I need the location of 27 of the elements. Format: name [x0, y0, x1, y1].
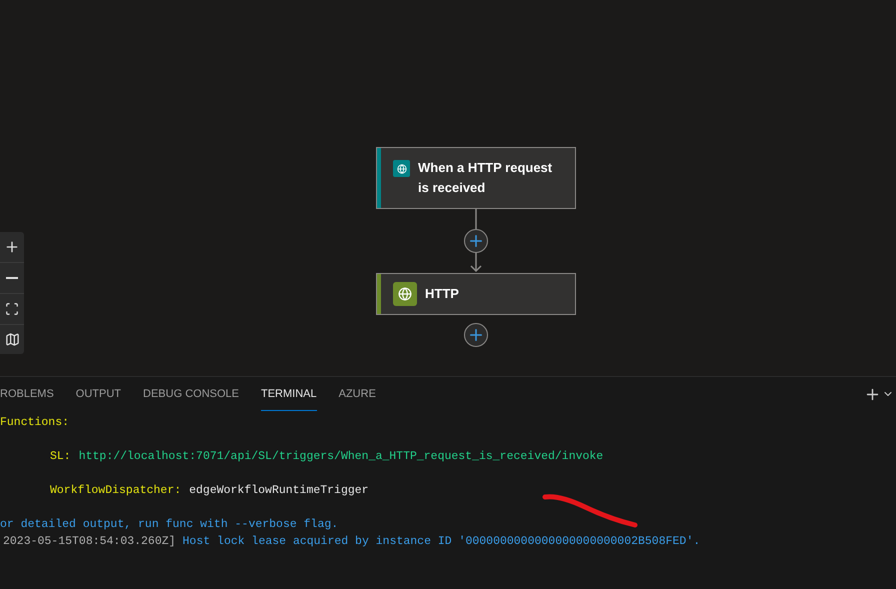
card-title: HTTP — [425, 285, 459, 303]
panel-tab[interactable]: TERMINAL — [261, 377, 317, 411]
panel-tab[interactable]: OUTPUT — [76, 377, 122, 411]
fit-view-icon — [5, 302, 19, 316]
terminal-line: Functions: — [0, 415, 70, 431]
card-title: When a HTTP request is received — [418, 159, 554, 197]
panel-tab[interactable]: ROBLEMS — [0, 377, 54, 411]
globe-icon — [393, 160, 410, 177]
log-message: Host lock lease acquired by instance ID '0000000000000000000000002B508FED'. — [182, 534, 700, 550]
add-step-button[interactable] — [464, 229, 488, 253]
panel-tab[interactable]: AZURE — [338, 377, 376, 411]
workflow-card[interactable]: HTTP — [376, 273, 576, 315]
add-step-button[interactable] — [464, 323, 488, 347]
plus-icon — [467, 326, 485, 344]
map-icon — [4, 332, 20, 347]
function-value: http://localhost:7071/api/SL/triggers/When_a_HTTP_request_is_received/invoke — [78, 449, 604, 465]
function-value: edgeWorkflowRuntimeTrigger — [189, 483, 369, 499]
globe-icon — [393, 282, 417, 306]
minus-icon — [6, 277, 18, 279]
function-name: SL: — [50, 449, 71, 465]
log-timestamp: 2023-05-15T08:54:03.260Z] — [2, 534, 176, 550]
plus-icon — [467, 232, 485, 250]
panel-tab[interactable]: DEBUG CONSOLE — [143, 377, 239, 411]
function-name: WorkflowDispatcher: — [50, 483, 182, 499]
terminal-line: or detailed output, run func with --verbose flag. — [0, 517, 338, 533]
workflow-card[interactable]: When a HTTP request is received — [376, 147, 576, 209]
plus-icon — [4, 239, 20, 255]
